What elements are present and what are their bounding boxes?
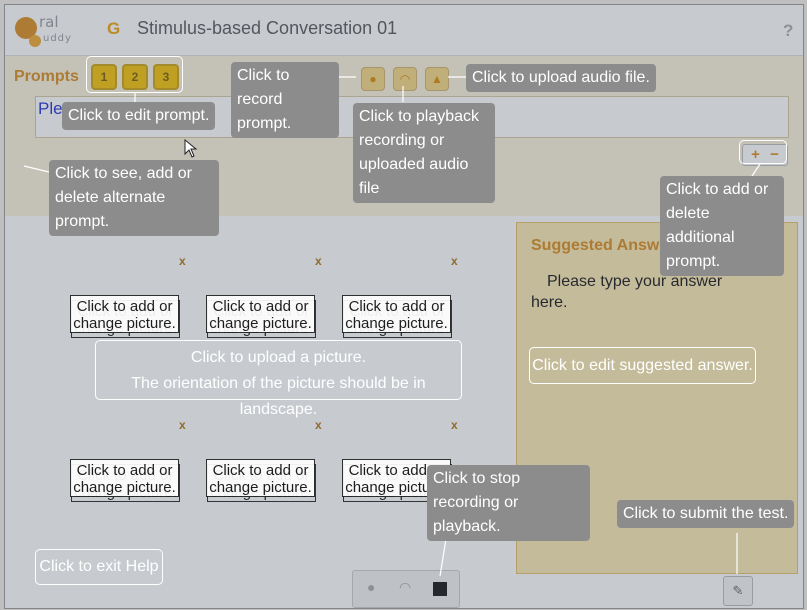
help-record: Click to record prompt.	[231, 62, 339, 138]
help-submit: Click to submit the test.	[617, 500, 795, 528]
help-upload-audio: Click to upload audio file.	[466, 64, 656, 92]
exit-help-button[interactable]: Click to exit Help	[35, 549, 163, 585]
picture-slot-4-foreground[interactable]: Click to add or change picture.	[70, 459, 179, 497]
picture-slot-3-foreground[interactable]: Click to add or change picture.	[342, 295, 451, 333]
help-upload-picture-line1: Click to upload a picture.	[190, 349, 367, 366]
mouse-cursor-icon	[184, 139, 198, 158]
help-edit-answer: Click to edit suggested answer.	[529, 347, 756, 384]
help-edit-prompt: Click to edit prompt.	[62, 102, 216, 130]
picture-slot-2-foreground[interactable]: Click to add or change picture.	[206, 295, 315, 333]
help-alternate: Click to see, add or delete alternate pr…	[49, 160, 219, 236]
picture-slot-1-foreground[interactable]: Click to add or change picture.	[70, 295, 179, 333]
plusminus-highlight	[739, 140, 787, 164]
help-stop: Click to stop recording or playback.	[427, 465, 590, 541]
prompt-buttons-highlight	[86, 56, 183, 93]
help-additional: Click to add or delete additional prompt…	[660, 176, 784, 276]
picture-slot-5-foreground[interactable]: Click to add or change picture.	[206, 459, 315, 497]
help-upload-picture: Click to upload a picture. The orientati…	[95, 340, 462, 418]
help-upload-picture-line2: The orientation of the picture should be…	[131, 375, 426, 418]
help-playback: Click to playback recording or uploaded …	[353, 103, 495, 203]
